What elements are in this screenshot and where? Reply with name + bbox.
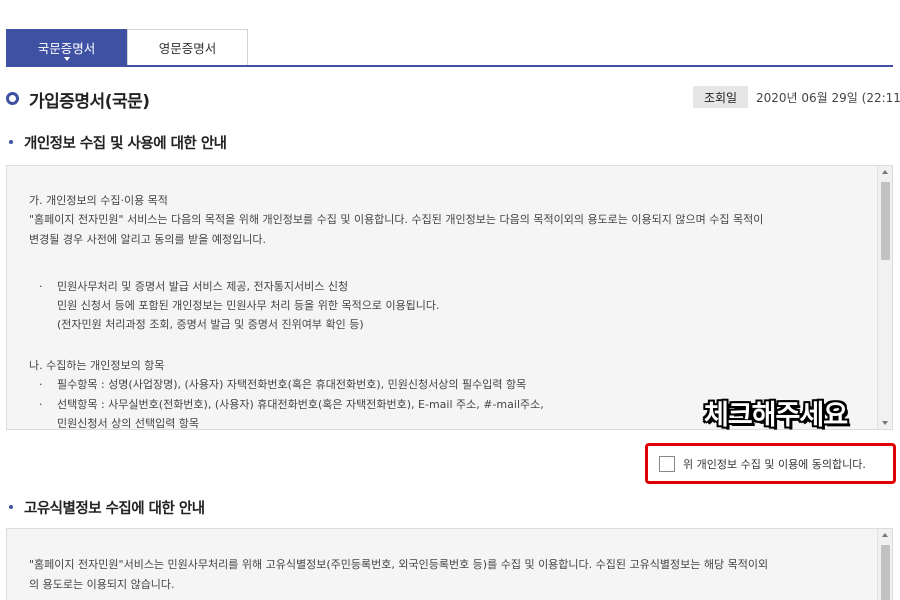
- title-row: 가입증명서(국문) 조회일 2020년 06월 29일 (22:11): [6, 85, 900, 113]
- list-bullet: ·: [39, 280, 43, 293]
- notice-text-line: "홈페이지 전자민원" 서비스는 다음의 목적을 위해 개인정보를 수집 및 이…: [29, 213, 764, 226]
- agree-highlight-box: 위 개인정보 수집 및 이용에 동의합니다.: [645, 443, 896, 484]
- notice-list-item: 필수항목 : 성명(사업장명), (사용자) 자택전화번호(혹은 휴대전화번호)…: [57, 378, 527, 391]
- tab-english-label: 영문증명서: [158, 41, 217, 56]
- notice-list-item: 민원사무처리 및 증명서 발급 서비스 제공, 전자통지서비스 신청: [57, 280, 349, 293]
- tab-domestic-label: 국문증명서: [37, 40, 96, 56]
- tab-domestic-certificate[interactable]: 국문증명서: [6, 29, 127, 65]
- certificate-tabs: 국문증명서 영문증명서: [6, 29, 893, 67]
- scroll-down-icon[interactable]: [882, 421, 888, 425]
- scrollbar-thumb[interactable]: [881, 545, 890, 600]
- circle-bullet-icon: [6, 92, 19, 105]
- view-date-badge: 조회일: [693, 86, 748, 108]
- check-annotation-text: 체크해주세요: [704, 400, 848, 431]
- notice-text-line: 민원신청서 상의 선택입력 항목: [57, 417, 200, 430]
- notice-heading-purpose: 가. 개인정보의 수집·이용 목적: [29, 194, 168, 207]
- notice-text-line: 변경될 경우 사전에 알리고 동의를 받을 예정입니다.: [29, 233, 266, 246]
- unique-id-notice-scrollbar[interactable]: [877, 529, 892, 600]
- notice-text-line: 민원 신청서 등에 포함된 개인정보는 민원사무 처리 등을 위한 목적으로 이…: [57, 299, 440, 312]
- page-title: 가입증명서(국문): [29, 92, 150, 112]
- scroll-up-icon[interactable]: [882, 170, 888, 174]
- dot-bullet-icon: [9, 140, 13, 144]
- agree-checkbox[interactable]: [659, 456, 675, 472]
- privacy-notice-text: 가. 개인정보의 수집·이용 목적 "홈페이지 전자민원" 서비스는 다음의 목…: [7, 166, 877, 429]
- scrollbar-thumb[interactable]: [881, 182, 890, 260]
- tab-english-certificate[interactable]: 영문증명서: [127, 29, 248, 65]
- unique-id-notice-box[interactable]: "홈페이지 전자민원"서비스는 민원사무처리를 위해 고유식별정보(주민등록번호…: [6, 528, 893, 600]
- notice-text-line: 의 용도로는 이용되지 않습니다.: [29, 578, 175, 591]
- section-heading-unique-id: 고유식별정보 수집에 대한 안내: [9, 497, 205, 518]
- notice-heading-items: 나. 수집하는 개인정보의 항목: [29, 359, 165, 372]
- privacy-notice-box[interactable]: 가. 개인정보의 수집·이용 목적 "홈페이지 전자민원" 서비스는 다음의 목…: [6, 165, 893, 430]
- privacy-notice-scrollbar[interactable]: [877, 166, 892, 429]
- notice-text-line: "홈페이지 전자민원"서비스는 민원사무처리를 위해 고유식별정보(주민등록번호…: [29, 558, 769, 571]
- agree-checkbox-label[interactable]: 위 개인정보 수집 및 이용에 동의합니다.: [683, 456, 866, 472]
- unique-id-notice-text: "홈페이지 전자민원"서비스는 민원사무처리를 위해 고유식별정보(주민등록번호…: [7, 529, 877, 600]
- caret-down-icon: [63, 57, 70, 61]
- list-bullet: ·: [39, 398, 43, 411]
- notice-text-line: (전자민원 처리과정 조회, 증명서 발급 및 증명서 진위여부 확인 등): [57, 318, 364, 331]
- notice-list-item: 선택항목 : 사무실번호(전화번호), (사용자) 휴대전화번호(혹은 자택전화…: [57, 398, 544, 411]
- section-heading-privacy: 개인정보 수집 및 사용에 대한 안내: [9, 132, 227, 153]
- section-title-privacy: 개인정보 수집 및 사용에 대한 안내: [24, 136, 227, 152]
- scroll-up-icon[interactable]: [882, 533, 888, 537]
- dot-bullet-icon: [9, 505, 13, 509]
- view-date-value: 2020년 06월 29일 (22:11): [756, 91, 900, 105]
- list-bullet: ·: [39, 378, 43, 391]
- section-title-unique-id: 고유식별정보 수집에 대한 안내: [24, 501, 205, 517]
